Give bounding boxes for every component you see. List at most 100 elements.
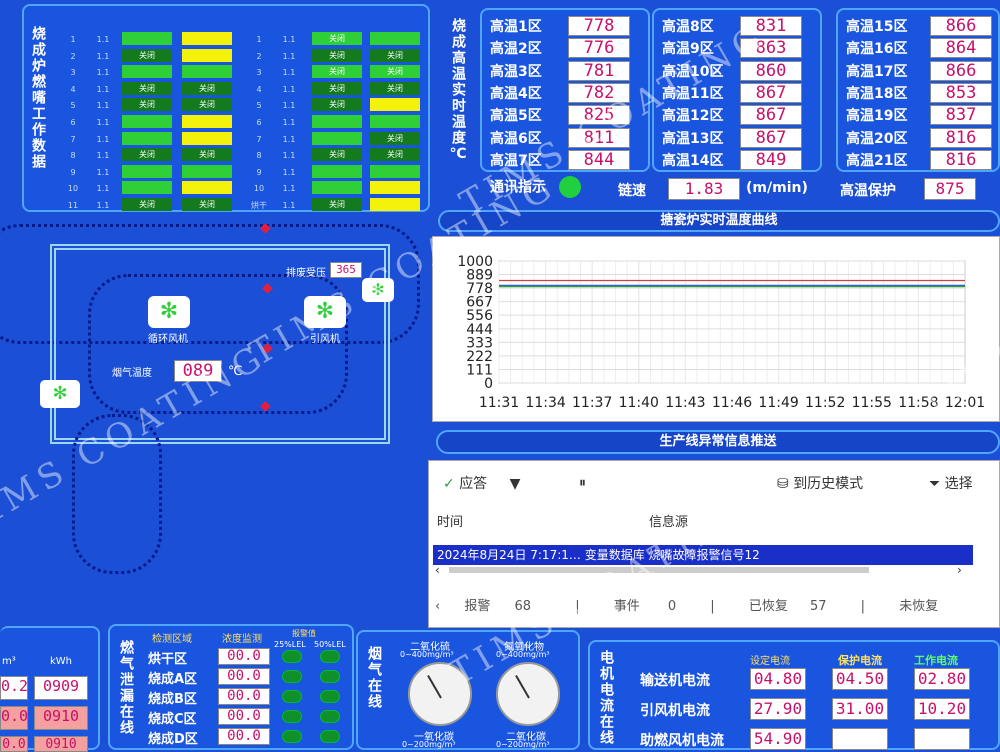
burner-row: 10 1.1 10 1.1 (60, 181, 426, 196)
burner-cell: 1.1 (96, 68, 110, 78)
burner-cell: 1.1 (282, 167, 296, 177)
burner-status-button[interactable] (182, 164, 232, 178)
zone-value: 837 (930, 105, 992, 126)
scroll-left-icon[interactable]: ‹ (435, 563, 440, 577)
speed-unit: (m/min) (746, 180, 808, 196)
burner-status-button[interactable] (182, 48, 232, 62)
col-protect: 保护电流 (838, 654, 882, 667)
burner-status-button[interactable] (370, 164, 420, 178)
smoke-title: 烟气在线 (366, 646, 382, 710)
alarm-title: 生产线异常信息推送 (659, 434, 777, 449)
burner-status-button[interactable] (122, 181, 172, 195)
alarm-lamp-50 (320, 730, 340, 743)
zone-value: 866 (930, 16, 992, 36)
burner-status-button[interactable] (182, 131, 232, 145)
burner-status-button[interactable]: 关闭 (312, 48, 362, 62)
filter-button[interactable]: ⏷ 选择 (929, 473, 973, 493)
burner-status-button[interactable]: 关闭 (122, 48, 172, 62)
burner-status-button[interactable] (312, 164, 362, 178)
burner-status-button[interactable]: 关闭 (182, 148, 232, 162)
burner-cell: 4 (70, 84, 76, 94)
zone-label: 高温16区 (846, 41, 908, 58)
status-recovered-label: 已恢复 (748, 599, 788, 614)
burner-cell: 1.1 (96, 167, 110, 177)
history-mode-button[interactable]: ⛁ 到历史模式 (777, 473, 863, 493)
burner-status-button[interactable] (370, 98, 420, 112)
burner-status-button[interactable] (312, 181, 362, 195)
scroll-right-icon[interactable]: › (957, 563, 962, 577)
burner-status-button[interactable]: 关闭 (370, 81, 420, 95)
burner-status-button[interactable] (122, 65, 172, 79)
burner-status-button[interactable]: 关闭 (312, 32, 362, 45)
select-label: 选择 (944, 476, 973, 492)
burner-status-button[interactable] (312, 131, 362, 145)
zone-label: 高温5区 (490, 108, 542, 125)
burner-status-button[interactable] (122, 131, 172, 145)
burner-status-button[interactable] (370, 181, 420, 195)
burner-cell: 1.1 (96, 201, 110, 210)
alarm-lamp-50 (320, 670, 340, 683)
burner-status-button[interactable]: 关闭 (182, 81, 232, 95)
burner-status-button[interactable]: 关闭 (122, 81, 172, 95)
status-prev-icon[interactable]: ‹ (435, 599, 440, 614)
arrow-marker-icon: ◆ (260, 398, 271, 414)
burner-status-button[interactable]: 关闭 (370, 131, 420, 145)
burner-status-button[interactable] (370, 198, 420, 211)
col-conc: 浓度监测 (222, 634, 262, 645)
burner-row: 1 1.1 1 1.1 关闭 (60, 32, 426, 47)
zone-value: 849 (740, 149, 802, 170)
burner-status-button[interactable] (312, 115, 362, 128)
burner-cell: 1 (256, 35, 262, 44)
speed-label: 链速 (618, 183, 646, 199)
burner-status-button[interactable]: 关闭 (370, 65, 420, 79)
burner-status-button[interactable]: 关闭 (182, 198, 232, 211)
burner-status-button[interactable] (182, 32, 232, 45)
burner-status-button[interactable]: 关闭 (312, 148, 362, 162)
gas-area-label: 烘干区 (148, 652, 188, 667)
gas-leak-title: 燃气泄漏在线 (118, 640, 134, 736)
gas-area-label: 烧成D区 (148, 732, 198, 747)
burner-status-button[interactable] (370, 115, 420, 128)
x-tick-label: 11:55 (852, 395, 892, 411)
burner-status-button[interactable]: 关闭 (122, 198, 172, 211)
fan-icon: ✻ (40, 380, 80, 408)
col-time: 时间 (437, 515, 464, 530)
burner-status-button[interactable]: 关闭 (312, 81, 362, 95)
burner-status-button[interactable]: 关闭 (122, 148, 172, 162)
x-tick-label: 11:49 (758, 395, 798, 411)
power-unit1: m³ (2, 656, 16, 667)
pause-icon[interactable]: ⏸ (579, 475, 586, 491)
speed-value: 1.83 (668, 178, 740, 200)
ack-button[interactable]: ✓ 应答 ▼ (443, 473, 520, 493)
burner-status-button[interactable]: 关闭 (122, 98, 172, 112)
burner-status-button[interactable] (122, 32, 172, 45)
burner-status-button[interactable]: 关闭 (370, 148, 420, 162)
zone-value: 867 (740, 127, 802, 148)
x-tick-label: 11:46 (712, 395, 752, 411)
burner-title: 烧成炉燃嘴工作数据 (30, 26, 46, 170)
burner-status-button[interactable] (182, 115, 232, 128)
burner-cell: 3 (70, 68, 76, 78)
burner-status-button[interactable]: 关闭 (182, 98, 232, 112)
burner-row: 9 1.1 9 1.1 (60, 164, 426, 180)
motor-setting-value: 54.90 (750, 728, 806, 750)
col-area: 检测区域 (152, 634, 192, 645)
burner-status-button[interactable]: 关闭 (312, 65, 362, 79)
burner-cell: 1.1 (96, 118, 110, 127)
alarm-lamp-25 (282, 650, 302, 663)
burner-status-button[interactable]: 关闭 (370, 48, 420, 62)
zone-value: 867 (740, 82, 802, 103)
burner-status-button[interactable]: 关闭 (312, 198, 362, 211)
burner-status-button[interactable] (122, 164, 172, 178)
burner-status-button[interactable] (370, 32, 420, 45)
temp-title: 烧成高温实时温度℃ (450, 18, 466, 164)
zone-label: 高温17区 (846, 63, 908, 80)
burner-status-button[interactable]: 关闭 (312, 98, 362, 112)
burner-status-button[interactable] (182, 181, 232, 195)
zone-label: 高温20区 (846, 130, 908, 147)
nox-gauge (496, 662, 560, 726)
arrow-marker-icon: ◆ (262, 280, 273, 296)
burner-status-button[interactable] (122, 115, 172, 128)
exhaust-label: 排废受压 (286, 268, 326, 279)
burner-status-button[interactable] (182, 65, 232, 79)
